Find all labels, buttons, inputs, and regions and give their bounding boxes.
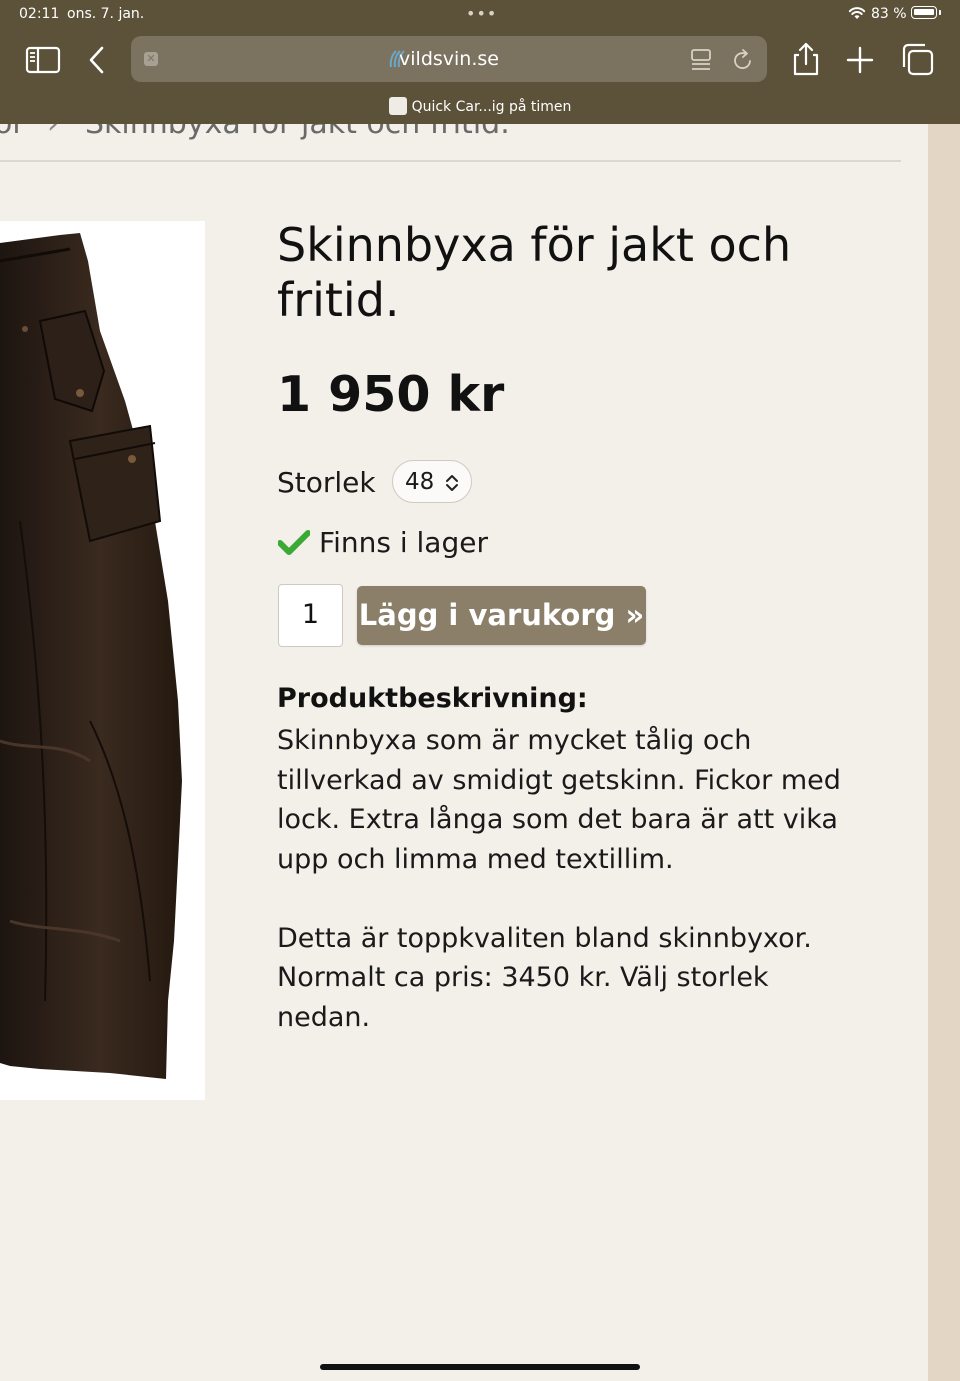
status-time: 02:11 <box>19 6 60 22</box>
add-to-cart-button[interactable]: Lägg i varukorg » <box>357 586 646 645</box>
description-heading: Produktbeskrivning: <box>277 683 588 714</box>
battery-percent: 83 % <box>871 6 907 22</box>
tab-title-text: Quick Car...ig på timen <box>411 99 572 115</box>
product-title: Skinnbyxa för jakt och fritid. <box>277 218 792 327</box>
home-indicator[interactable] <box>320 1364 640 1370</box>
stock-status: Finns i lager <box>319 526 488 559</box>
browser-toolbar: 02:11 ons. 7. jan. ••• 83 % ✕ vildsvin.s… <box>0 0 960 124</box>
url-text: vildsvin.se <box>399 48 499 70</box>
battery-icon <box>911 6 937 19</box>
address-bar[interactable]: ✕ vildsvin.se <box>131 36 767 82</box>
sidebar-icon[interactable] <box>24 40 64 80</box>
size-label: Storlek <box>277 466 376 499</box>
wifi-icon <box>848 7 866 19</box>
product-price: 1 950 kr <box>277 366 505 423</box>
status-date: ons. 7. jan. <box>67 6 145 22</box>
share-icon[interactable] <box>786 40 826 80</box>
quantity-input[interactable]: 1 <box>278 584 343 647</box>
product-description: Skinnbyxa som är mycket tålig och tillve… <box>277 721 857 1077</box>
description-paragraph-1: Skinnbyxa som är mycket tålig och tillve… <box>277 725 841 875</box>
page-side-strip <box>928 124 960 1381</box>
battery-nub <box>939 10 941 15</box>
description-paragraph-2: Detta är toppkvaliten bland skinnbyxor. … <box>277 922 812 1033</box>
back-icon[interactable] <box>78 40 118 80</box>
leather-trousers-image <box>0 233 182 1079</box>
chevron-updown-icon <box>446 475 458 491</box>
tab-title[interactable]: Quick Car...ig på timen <box>0 97 960 115</box>
product-image[interactable] <box>0 221 205 1100</box>
reader-icon[interactable] <box>690 48 712 72</box>
divider <box>0 160 901 162</box>
new-tab-icon[interactable] <box>840 40 880 80</box>
reload-icon[interactable] <box>732 48 754 72</box>
status-bar: 02:11 ons. 7. jan. ••• 83 % <box>0 0 960 28</box>
checkmark-icon <box>278 530 310 555</box>
multitasking-dots-icon[interactable]: ••• <box>466 4 497 23</box>
favicon-icon <box>388 97 407 115</box>
size-select[interactable]: 48 <box>392 460 472 503</box>
tabs-icon[interactable] <box>898 40 938 80</box>
size-value: 48 <box>405 469 435 495</box>
